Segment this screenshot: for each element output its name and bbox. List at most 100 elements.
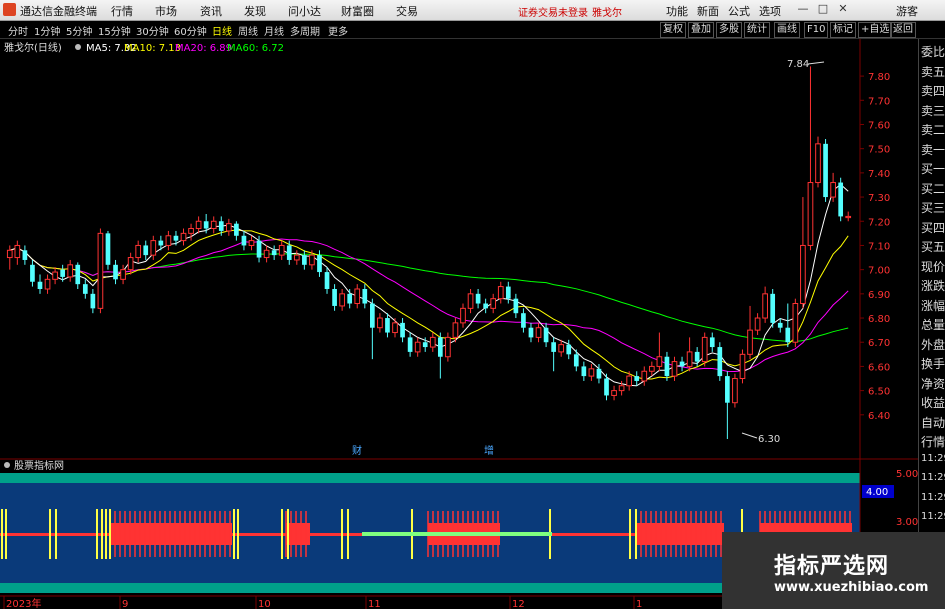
- candle-body-up[interactable]: [120, 269, 126, 280]
- candle-body-up[interactable]: [14, 244, 21, 259]
- candle-body-up[interactable]: [339, 293, 345, 307]
- candle-body-down[interactable]: [385, 318, 390, 333]
- candle-body-up[interactable]: [180, 232, 187, 242]
- draw-line-button[interactable]: 画线: [774, 22, 800, 38]
- candle-body-down[interactable]: [271, 250, 277, 256]
- candle-body-up[interactable]: [656, 356, 663, 367]
- candle-body-down[interactable]: [370, 303, 375, 328]
- f10-button[interactable]: F10: [804, 22, 829, 38]
- candle-body-up[interactable]: [195, 220, 202, 230]
- period-multi[interactable]: 多周期: [290, 23, 320, 38]
- menu-market[interactable]: 行情: [111, 3, 133, 19]
- period-1min[interactable]: 1分钟: [34, 23, 60, 38]
- side-panel-item[interactable]: 外盘: [921, 336, 945, 353]
- candle-body-up[interactable]: [44, 278, 51, 290]
- side-panel-item[interactable]: 买四: [921, 219, 945, 236]
- candle-body-up[interactable]: [792, 303, 799, 343]
- candle-body-up[interactable]: [67, 264, 74, 278]
- candle-body-up[interactable]: [377, 317, 383, 329]
- period-monthly[interactable]: 月线: [264, 23, 284, 38]
- overlay-button[interactable]: 叠加: [688, 22, 714, 38]
- add-favorite-button[interactable]: +自选: [858, 22, 893, 38]
- candle-body-up[interactable]: [701, 336, 708, 363]
- candle-body-up[interactable]: [618, 385, 625, 392]
- side-panel-item[interactable]: 卖五: [921, 63, 945, 80]
- side-panel-item[interactable]: 行情: [921, 433, 945, 450]
- adjust-button[interactable]: 复权: [660, 22, 686, 38]
- candle-body-up[interactable]: [392, 322, 398, 334]
- multi-stock-button[interactable]: 多股: [716, 22, 742, 38]
- period-more[interactable]: 更多: [328, 23, 348, 38]
- side-panel-item[interactable]: 卖一: [921, 141, 945, 158]
- mark-button[interactable]: 标记: [830, 22, 856, 38]
- candle-body-down[interactable]: [286, 245, 292, 260]
- candle-body-up[interactable]: [188, 228, 194, 234]
- candle-body-down[interactable]: [566, 344, 572, 355]
- candle-body-up[interactable]: [732, 378, 738, 404]
- candle-body-up[interactable]: [611, 390, 617, 396]
- side-panel-item[interactable]: 11:29: [921, 492, 945, 503]
- candle-body-down[interactable]: [234, 223, 239, 236]
- candle-body-down[interactable]: [543, 327, 549, 343]
- candle-body-up[interactable]: [747, 329, 753, 355]
- candle-body-up[interactable]: [414, 341, 421, 353]
- side-panel-item[interactable]: 换手: [921, 355, 945, 372]
- back-button[interactable]: 返回: [890, 22, 916, 38]
- candle-body-up[interactable]: [754, 317, 761, 331]
- candle-body-up[interactable]: [293, 254, 300, 261]
- candlestick-series[interactable]: [6, 66, 852, 439]
- side-panel-item[interactable]: 卖四: [921, 82, 945, 99]
- candle-body-down[interactable]: [475, 293, 481, 304]
- candle-body-down[interactable]: [717, 347, 723, 377]
- candle-body-up[interactable]: [445, 336, 451, 358]
- candle-body-down[interactable]: [521, 313, 526, 328]
- candle-body-up[interactable]: [150, 240, 157, 256]
- candle-body-down[interactable]: [437, 337, 443, 357]
- candle-body-down[interactable]: [22, 250, 28, 260]
- candle-body-down[interactable]: [505, 286, 511, 299]
- candle-body-down[interactable]: [604, 378, 609, 396]
- candle-body-up[interactable]: [248, 240, 255, 246]
- candle-body-down[interactable]: [823, 143, 828, 198]
- menu-market-list[interactable]: 市场: [155, 3, 177, 19]
- candle-body-up[interactable]: [497, 286, 504, 300]
- candle-body-up[interactable]: [309, 254, 315, 266]
- candle-body-up[interactable]: [845, 215, 852, 219]
- event-increase-marker[interactable]: 增: [484, 444, 494, 457]
- candle-body-down[interactable]: [596, 368, 602, 379]
- indicator-toggle-icon[interactable]: [4, 462, 10, 468]
- candle-body-down[interactable]: [573, 354, 579, 367]
- candle-body-down[interactable]: [725, 376, 730, 403]
- candle-body-up[interactable]: [135, 244, 142, 259]
- candle-body-down[interactable]: [551, 342, 556, 352]
- candle-body-down[interactable]: [60, 269, 65, 277]
- side-panel-item[interactable]: 净资: [921, 375, 945, 392]
- side-panel-item[interactable]: 涨幅: [921, 297, 945, 314]
- candle-body-down[interactable]: [679, 361, 685, 367]
- candle-body-down[interactable]: [317, 255, 322, 273]
- candle-body-down[interactable]: [324, 272, 330, 289]
- candle-body-down[interactable]: [302, 255, 307, 265]
- candle-body-up[interactable]: [225, 223, 232, 232]
- candle-body-up[interactable]: [278, 244, 285, 256]
- candle-body-up[interactable]: [460, 307, 466, 324]
- candle-body-down[interactable]: [347, 293, 353, 304]
- menu-discover[interactable]: 发现: [244, 3, 266, 19]
- candle-body-up[interactable]: [815, 143, 821, 184]
- candle-body-down[interactable]: [709, 337, 715, 348]
- stock-chart[interactable]: 雅戈尔(日线) MA5: 7.32 MA10: 7.13 MA20: 6.89 …: [0, 39, 918, 609]
- side-panel-item[interactable]: 买三: [921, 199, 945, 216]
- candle-body-down[interactable]: [777, 322, 783, 328]
- candle-body-up[interactable]: [686, 351, 693, 367]
- candle-body-up[interactable]: [830, 182, 836, 198]
- period-weekly[interactable]: 周线: [238, 23, 258, 38]
- candle-body-down[interactable]: [785, 327, 791, 343]
- candle-body-down[interactable]: [664, 356, 670, 377]
- trade-login-notice[interactable]: 证券交易未登录: [518, 4, 588, 19]
- candle-body-up[interactable]: [739, 353, 746, 380]
- close-icon[interactable]: ✕: [836, 2, 850, 16]
- candle-body-down[interactable]: [82, 284, 88, 294]
- candle-body-up[interactable]: [807, 182, 814, 246]
- candle-body-down[interactable]: [75, 264, 81, 285]
- legend-toggle-icon[interactable]: [75, 44, 81, 50]
